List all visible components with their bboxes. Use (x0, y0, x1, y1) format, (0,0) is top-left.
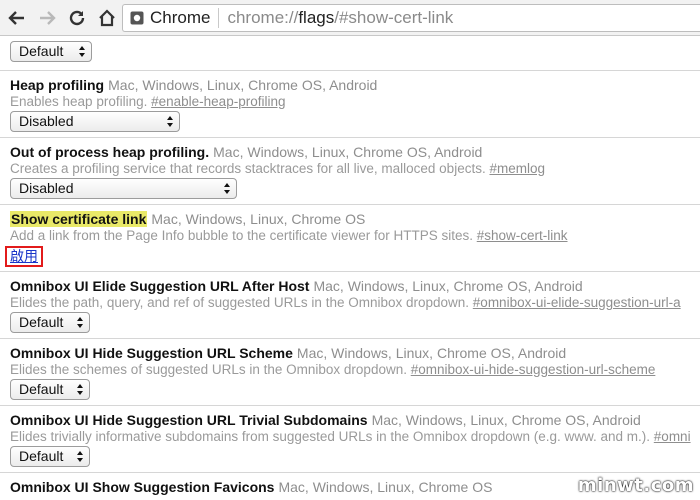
flag-select[interactable]: Default (10, 446, 90, 467)
flag-platforms: Mac, Windows, Linux, Chrome OS (151, 211, 366, 227)
flags-list: Default Heap profiling Mac, Windows, Linu… (0, 36, 700, 500)
select-value: Disabled (19, 180, 74, 196)
select-value: Disabled (19, 113, 74, 129)
watermark: minwt.com (578, 475, 694, 496)
flag-item: Out of process heap profiling. Mac, Windo… (0, 138, 700, 205)
flag-name: Out of process heap profiling. (10, 144, 210, 160)
flag-description: Elides the schemes of suggested URLs in … (10, 362, 407, 377)
flag-anchor-link[interactable]: #enable-heap-profiling (151, 94, 285, 109)
select-value: Default (19, 448, 64, 464)
flag-anchor-link[interactable]: #omnibox-ui-elide-suggestion-url-a (473, 295, 681, 310)
back-button[interactable] (2, 0, 32, 36)
flag-anchor-link[interactable]: #omni (654, 429, 691, 444)
flag-select[interactable]: Default (10, 41, 92, 62)
flag-description: Elides trivially informative subdomains … (10, 429, 651, 444)
security-chip[interactable]: Chrome (129, 8, 220, 28)
select-value: Default (19, 314, 64, 330)
browser-toolbar: Chrome chrome://flags/#show-cert-link (0, 0, 700, 36)
home-icon (99, 8, 115, 26)
select-arrows-icon (77, 384, 83, 395)
flag-name: Heap profiling (10, 77, 105, 93)
flag-name: Omnibox UI Elide Suggestion URL After Ho… (10, 278, 310, 294)
flag-item-show-cert-link: Show certificate link Mac, Windows, Linux… (0, 205, 700, 272)
flag-item: Omnibox UI Elide Suggestion URL After Ho… (0, 272, 700, 339)
url-path: /#show-cert-link (334, 8, 454, 27)
enable-link[interactable]: 啟用 (5, 246, 43, 267)
address-bar[interactable]: Chrome chrome://flags/#show-cert-link (122, 4, 700, 32)
flag-select[interactable]: Default (10, 312, 90, 333)
chrome-page-icon (130, 11, 144, 25)
select-arrows-icon (79, 46, 85, 57)
watermark-text: minwt.com (577, 475, 694, 496)
flag-name: Omnibox UI Hide Suggestion URL Trivial S… (10, 412, 368, 428)
flag-anchor-link[interactable]: #memlog (489, 161, 545, 176)
select-arrows-icon (224, 183, 230, 194)
url-host: flags (298, 8, 335, 27)
flag-item: Omnibox UI Hide Suggestion URL Scheme Mac… (0, 339, 700, 406)
flag-platforms: Mac, Windows, Linux, Chrome OS, Android (108, 77, 378, 93)
flag-description: Add a link from the Page Info bubble to … (10, 228, 473, 243)
arrow-left-icon (8, 10, 24, 25)
flag-anchor-link[interactable]: #show-cert-link (477, 228, 568, 243)
flag-select[interactable]: Disabled (10, 178, 237, 199)
reload-button[interactable] (62, 0, 92, 36)
url-scheme: chrome:// (227, 8, 299, 27)
url-text[interactable]: chrome://flags/#show-cert-link (227, 8, 453, 28)
flag-name: Omnibox UI Hide Suggestion URL Scheme (10, 345, 293, 361)
flag-anchor-link[interactable]: #omnibox-ui-hide-suggestion-url-scheme (411, 362, 656, 377)
flag-item: Heap profiling Mac, Windows, Linux, Chrom… (0, 71, 700, 138)
select-value: Default (19, 381, 64, 397)
flag-platforms: Mac, Windows, Linux, Chrome OS, Android (371, 412, 641, 428)
flag-platforms: Mac, Windows, Linux, Chrome OS, Android (296, 345, 567, 361)
flag-description: Enables heap profiling. (10, 94, 148, 109)
flag-platforms: Mac, Windows, Linux, Chrome OS, Android (313, 278, 583, 294)
reload-icon (69, 10, 85, 25)
home-button[interactable] (92, 0, 122, 36)
select-arrows-icon (167, 116, 173, 127)
flag-select[interactable]: Default (10, 379, 90, 400)
chip-label: Chrome (150, 8, 211, 27)
arrow-right-icon (40, 10, 56, 25)
flag-item: Default (0, 36, 700, 71)
flag-platforms: Mac, Windows, Linux, Chrome OS (278, 479, 493, 495)
select-arrows-icon (77, 451, 83, 462)
flag-name: Omnibox UI Show Suggestion Favicons (10, 479, 275, 495)
flag-item: Omnibox UI Hide Suggestion URL Trivial S… (0, 406, 700, 473)
flag-select[interactable]: Disabled (10, 111, 180, 132)
select-arrows-icon (77, 317, 83, 328)
flag-name: Show certificate link (10, 211, 148, 227)
flag-description: Elides the path, query, and ref of sugge… (10, 295, 470, 310)
flag-platforms: Mac, Windows, Linux, Chrome OS, Android (213, 144, 483, 160)
forward-button[interactable] (32, 0, 62, 36)
select-value: Default (19, 43, 64, 59)
flag-description: Creates a profiling service that records… (10, 161, 486, 176)
